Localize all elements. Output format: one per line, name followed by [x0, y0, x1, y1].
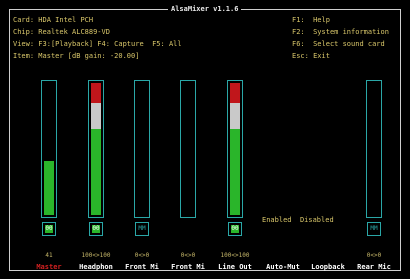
volume-slider-headphon-1[interactable] [88, 80, 104, 218]
volume-level-g [91, 129, 101, 215]
unmuted-indicator: 00 [45, 225, 53, 233]
mute-switch-line-out-4[interactable]: 00 [228, 222, 242, 236]
card-value: HDA Intel PCH [38, 16, 94, 24]
channel-value: 100<>100 [81, 252, 111, 259]
view-line[interactable]: View: F3:[Playback] F4: Capture F5: All [13, 40, 182, 48]
volume-level-r [91, 83, 101, 103]
muted-indicator: MM [370, 225, 378, 232]
chip-line: Chip: Realtek ALC889-VD [13, 28, 110, 36]
unmuted-indicator: 00 [231, 225, 239, 233]
channel-name-auto-mut-5[interactable]: Auto-Mut [263, 263, 303, 271]
volume-slider-line-out-4[interactable] [227, 80, 243, 218]
volume-level-w [230, 103, 240, 129]
key-select-card[interactable]: F6: Select sound card [292, 40, 385, 48]
channel-name-loopback-6[interactable]: Loopback [308, 263, 348, 271]
channel-value: 0<>0 [180, 252, 196, 259]
channel-name-front-mi-3[interactable]: Front Mi [168, 263, 208, 271]
volume-slider-rear-mic-7[interactable] [366, 80, 382, 218]
item-value: Master [dB gain: -20.00] [38, 52, 140, 60]
channel-name-front-mi-2[interactable]: Front Mi [122, 263, 162, 271]
channel-name-headphon-1[interactable]: Headphon [76, 263, 116, 271]
channel-value: 0<>0 [366, 252, 382, 259]
channel-name-master-0[interactable]: Master [29, 263, 69, 271]
chip-value: Realtek ALC889-VD [38, 28, 110, 36]
mute-switch-rear-mic-7[interactable]: MM [367, 222, 381, 236]
enum-values[interactable]: Enabled Disabled [262, 216, 334, 224]
key-help[interactable]: F1: Help [292, 16, 330, 24]
volume-slider-front-mi-3[interactable] [180, 80, 196, 218]
volume-slider-front-mi-2[interactable] [134, 80, 150, 218]
muted-indicator: MM [138, 225, 146, 232]
view-value[interactable]: F3:[Playback] F4: Capture F5: All [38, 40, 181, 48]
mute-switch-front-mi-2[interactable]: MM [135, 222, 149, 236]
volume-level-r [230, 83, 240, 103]
channel-value: 100<>100 [220, 252, 250, 259]
channel-value: 41 [45, 252, 53, 259]
key-exit[interactable]: Esc: Exit [292, 52, 330, 60]
mute-switch-headphon-1[interactable]: 00 [89, 222, 103, 236]
volume-level-g [44, 161, 54, 215]
window-title: AlsaMixer v1.1.6 [168, 5, 242, 13]
channel-name-rear-mic-7[interactable]: Rear Mic [354, 263, 394, 271]
mute-switch-master-0[interactable]: 00 [42, 222, 56, 236]
key-system-info[interactable]: F2: System information [292, 28, 389, 36]
unmuted-indicator: 00 [92, 225, 100, 233]
volume-level-g [230, 129, 240, 215]
item-line: Item: Master [dB gain: -20.00] [13, 52, 140, 60]
card-line: Card: HDA Intel PCH [13, 16, 94, 24]
channel-value: 0<>0 [134, 252, 150, 259]
volume-level-w [91, 103, 101, 129]
channel-name-line-out-4[interactable]: Line Out [215, 263, 255, 271]
mixer-frame [9, 9, 401, 271]
volume-slider-master-0[interactable] [41, 80, 57, 218]
